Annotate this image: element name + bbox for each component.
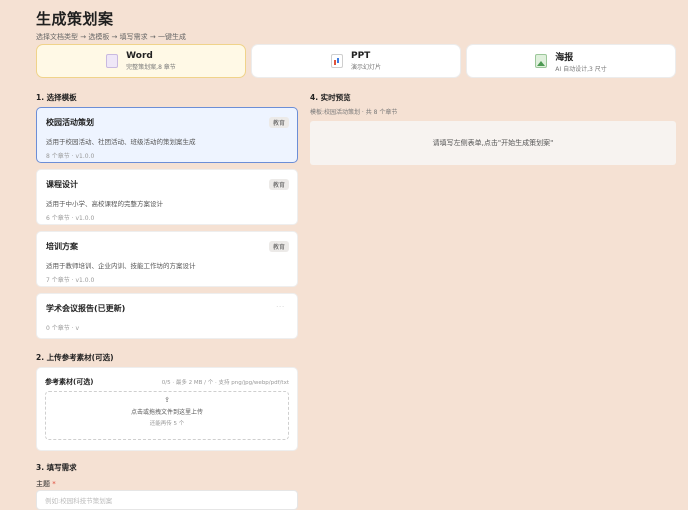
template-card-campus[interactable]: 校园活动策划 教育 适用于校园活动、社团活动、班级活动的策划案生成 8 个章节 … [36,107,298,163]
dropzone-text: 点击或拖拽文件到这里上传 [130,409,203,416]
template-name: 培训方案 [46,242,78,251]
doc-type-ppt[interactable]: PPT 演示幻灯片 [251,44,461,78]
template-meta: 8 个章节 · v1.0.0 [46,153,95,160]
topic-label-text: 主题 [36,480,50,488]
template-tag: 教育 [268,117,289,128]
template-meta: 6 个章节 · v1.0.0 [46,215,95,222]
doc-type-desc: 演示幻灯片 [350,64,381,71]
topic-field-label: 主题 * [36,479,56,489]
template-card-conference[interactable]: 学术会议报告(已更新) ··· 0 个章节 · v [36,293,298,339]
template-meta: 0 个章节 · v [46,325,79,332]
preview-empty-text: 请填写左侧表单,点击"开始生成策划案" [432,139,554,147]
preview-panel: 请填写左侧表单,点击"开始生成策划案" [310,121,676,165]
section-title-templates: 1. 选择模板 [36,93,77,102]
template-meta: 7 个章节 · v1.0.0 [46,277,95,284]
word-doc-icon [106,54,119,68]
upload-card: 参考素材(可选) 0/5 · 最多 2 MB / 个 · 支持 png/jpg/… [36,367,298,451]
template-desc: 适用于教师培训、企业内训、技能工作坊的方案设计 [46,262,196,270]
upload-icon: ⇪ [164,396,170,404]
upload-label: 参考素材(可选) [45,378,94,386]
preview-subtitle: 模板:校园活动策划 · 共 8 个章节 [310,109,398,116]
more-dots-icon[interactable]: ··· [272,303,289,312]
page-title: 生成策划案 [36,10,114,28]
doc-type-desc: AI 自动设计,3 尺寸 [555,65,607,73]
poster-image-icon [535,54,548,68]
template-desc: 适用于校园活动、社团活动、班级活动的策划案生成 [46,138,196,146]
page-subtitle: 选择文档类型 → 选模板 → 填写需求 → 一键生成 [36,33,186,41]
template-card-course[interactable]: 课程设计 教育 适用于中小学、高校课程的完整方案设计 6 个章节 · v1.0.… [36,169,298,225]
doc-type-poster[interactable]: 海报 AI 自动设计,3 尺寸 [466,44,676,78]
section-title-preview: 4. 实时预览 [310,93,351,102]
template-name: 学术会议报告(已更新) [46,304,126,313]
template-tag: 教育 [268,179,289,190]
doc-type-desc: 完整策划案,8 章节 [126,64,176,71]
template-name: 课程设计 [46,180,78,189]
required-mark: * [52,480,56,488]
ppt-chart-icon [330,54,343,68]
page-header: 生成策划案 选择文档类型 → 选模板 → 填写需求 → 一键生成 [36,8,186,42]
doc-type-name: 海报 [555,52,574,63]
section-title-requirements: 3. 填写需求 [36,463,77,472]
doc-type-name: PPT [350,51,371,61]
template-name: 校园活动策划 [46,118,94,127]
doc-type-word[interactable]: Word 完整策划案,8 章节 [36,44,246,78]
template-card-training[interactable]: 培训方案 教育 适用于教师培训、企业内训、技能工作坊的方案设计 7 个章节 · … [36,231,298,287]
upload-limit-hint: 0/5 · 最多 2 MB / 个 · 支持 png/jpg/webp/pdf/… [161,380,289,386]
template-desc: 适用于中小学、高校课程的完整方案设计 [46,200,163,208]
section-title-upload: 2. 上传参考素材(可选) [36,353,114,362]
doc-type-selector: Word 完整策划案,8 章节 PPT 演示幻灯片 海报 AI 自动设计,3 尺… [36,44,676,78]
topic-input[interactable]: 例如:校园科技节策划案 [36,490,298,510]
dropzone-remaining: 还能再传 5 个 [149,421,185,427]
doc-type-name: Word [126,51,153,61]
template-tag: 教育 [268,241,289,252]
upload-dropzone[interactable]: ⇪ 点击或拖拽文件到这里上传 还能再传 5 个 [45,391,289,440]
